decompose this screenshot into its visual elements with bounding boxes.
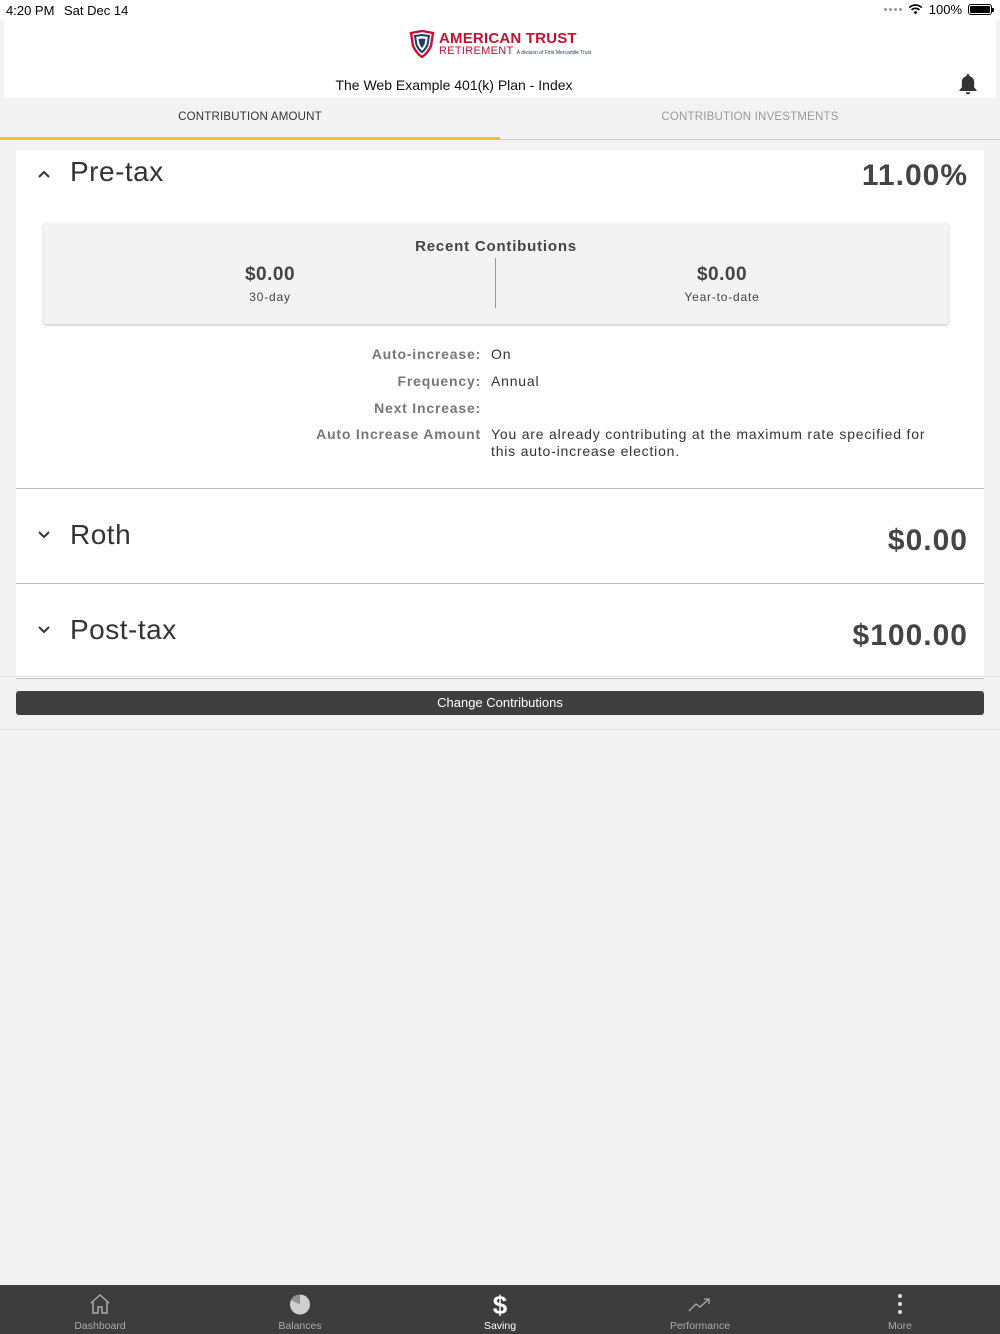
pretax-panel: Pre-tax 11.00% Recent Contibutions $0.00… bbox=[16, 150, 984, 489]
nav-label: Balances bbox=[278, 1320, 322, 1332]
notification-bell-icon[interactable] bbox=[958, 73, 978, 95]
page-title: The Web Example 401(k) Plan - Index bbox=[335, 77, 573, 93]
divider bbox=[0, 729, 1000, 730]
logo-tagline: A division of First Mercantile Trust bbox=[516, 50, 592, 56]
detail-value: You are already contributing at the maxi… bbox=[491, 426, 926, 459]
wifi-icon bbox=[908, 4, 923, 15]
detail-label: Next Increase: bbox=[374, 400, 481, 416]
nav-performance[interactable]: Performance bbox=[600, 1285, 800, 1334]
trending-up-icon bbox=[688, 1298, 710, 1312]
battery-percent: 100% bbox=[928, 2, 962, 17]
pie-chart-icon bbox=[290, 1294, 310, 1315]
change-contributions-button[interactable]: Change Contributions bbox=[16, 691, 984, 715]
pretax-name: Pre-tax bbox=[70, 156, 164, 187]
tab-contribution-investments[interactable]: CONTRIBUTION INVESTMENTS bbox=[500, 98, 1000, 140]
app-header: AMERICAN TRUST RETIREMENT A division of … bbox=[4, 20, 996, 98]
chevron-down-icon[interactable] bbox=[36, 622, 52, 638]
detail-row: Auto-increase: On bbox=[16, 346, 984, 363]
ytd-amount: $0.00 bbox=[696, 264, 748, 285]
nav-label: More bbox=[888, 1320, 912, 1332]
pretax-value: 11.00% bbox=[861, 159, 968, 192]
nav-dashboard[interactable]: Dashboard bbox=[0, 1285, 200, 1334]
nav-label: Saving bbox=[483, 1320, 517, 1332]
detail-value: Annual bbox=[491, 373, 540, 389]
nav-label: Performance bbox=[669, 1320, 731, 1332]
nav-more[interactable]: More bbox=[800, 1285, 1000, 1334]
pretax-panel-header[interactable]: Pre-tax 11.00% bbox=[16, 150, 984, 224]
status-time: 4:20 PM bbox=[6, 3, 55, 18]
recent-contributions-card: Recent Contibutions $0.00 30-day $0.00 Y… bbox=[44, 224, 948, 324]
signal-icon bbox=[883, 8, 902, 11]
brand-logo: AMERICAN TRUST RETIREMENT A division of … bbox=[409, 30, 591, 58]
thirty-day-label: 30-day bbox=[249, 290, 291, 304]
battery-icon bbox=[968, 4, 994, 15]
bottom-nav: Dashboard Balances $ Saving Performance … bbox=[0, 1285, 1000, 1334]
divider bbox=[0, 676, 1000, 677]
detail-label: Auto-increase: bbox=[371, 346, 481, 362]
posttax-value: $100.00 bbox=[852, 619, 968, 652]
detail-label: Frequency: bbox=[397, 373, 481, 389]
status-bar: 4:20 PM Sat Dec 14 100% bbox=[0, 0, 1000, 20]
dollar-icon: $ bbox=[493, 1292, 508, 1316]
detail-row: Next Increase: bbox=[16, 400, 984, 416]
posttax-name: Post-tax bbox=[70, 614, 177, 645]
logo-line2: RETIREMENT bbox=[439, 45, 514, 57]
ytd-block: $0.00 Year-to-date bbox=[496, 264, 948, 304]
thirty-day-amount: $0.00 bbox=[244, 264, 296, 285]
thirty-day-block: $0.00 30-day bbox=[44, 264, 496, 304]
svg-text:$: $ bbox=[493, 1292, 508, 1316]
logo-line1: AMERICAN TRUST bbox=[439, 30, 577, 47]
detail-value: On bbox=[491, 346, 512, 362]
nav-saving[interactable]: $ Saving bbox=[400, 1285, 600, 1334]
home-icon bbox=[90, 1293, 110, 1314]
recent-contributions-title: Recent Contibutions bbox=[415, 238, 577, 255]
tab-bar: CONTRIBUTION AMOUNT CONTRIBUTION INVESTM… bbox=[0, 98, 1000, 140]
roth-panel: Roth $0.00 bbox=[16, 489, 984, 584]
nav-label: Dashboard bbox=[74, 1320, 126, 1332]
ytd-label: Year-to-date bbox=[684, 290, 760, 304]
detail-label: Auto Increase Amount bbox=[316, 426, 481, 442]
tab-contribution-amount[interactable]: CONTRIBUTION AMOUNT bbox=[0, 98, 500, 140]
status-right: 100% bbox=[883, 2, 994, 17]
roth-value: $0.00 bbox=[887, 524, 968, 557]
roth-panel-header[interactable]: Roth $0.00 bbox=[16, 489, 984, 583]
detail-row: Auto Increase Amount You are already con… bbox=[16, 426, 984, 460]
more-vertical-icon bbox=[898, 1294, 902, 1314]
posttax-panel-header[interactable]: Post-tax $100.00 bbox=[16, 584, 984, 678]
chevron-down-icon[interactable] bbox=[36, 527, 52, 543]
roth-name: Roth bbox=[70, 519, 132, 550]
shield-logo-icon bbox=[409, 30, 435, 58]
status-date: Sat Dec 14 bbox=[64, 3, 129, 18]
auto-increase-details: Auto-increase: On Frequency: Annual Next… bbox=[16, 324, 984, 488]
contribution-panels: Pre-tax 11.00% Recent Contibutions $0.00… bbox=[16, 150, 984, 679]
posttax-panel: Post-tax $100.00 bbox=[16, 584, 984, 679]
nav-balances[interactable]: Balances bbox=[200, 1285, 400, 1334]
detail-value bbox=[491, 400, 941, 416]
chevron-up-icon[interactable] bbox=[36, 166, 52, 182]
detail-row: Frequency: Annual bbox=[16, 373, 984, 390]
